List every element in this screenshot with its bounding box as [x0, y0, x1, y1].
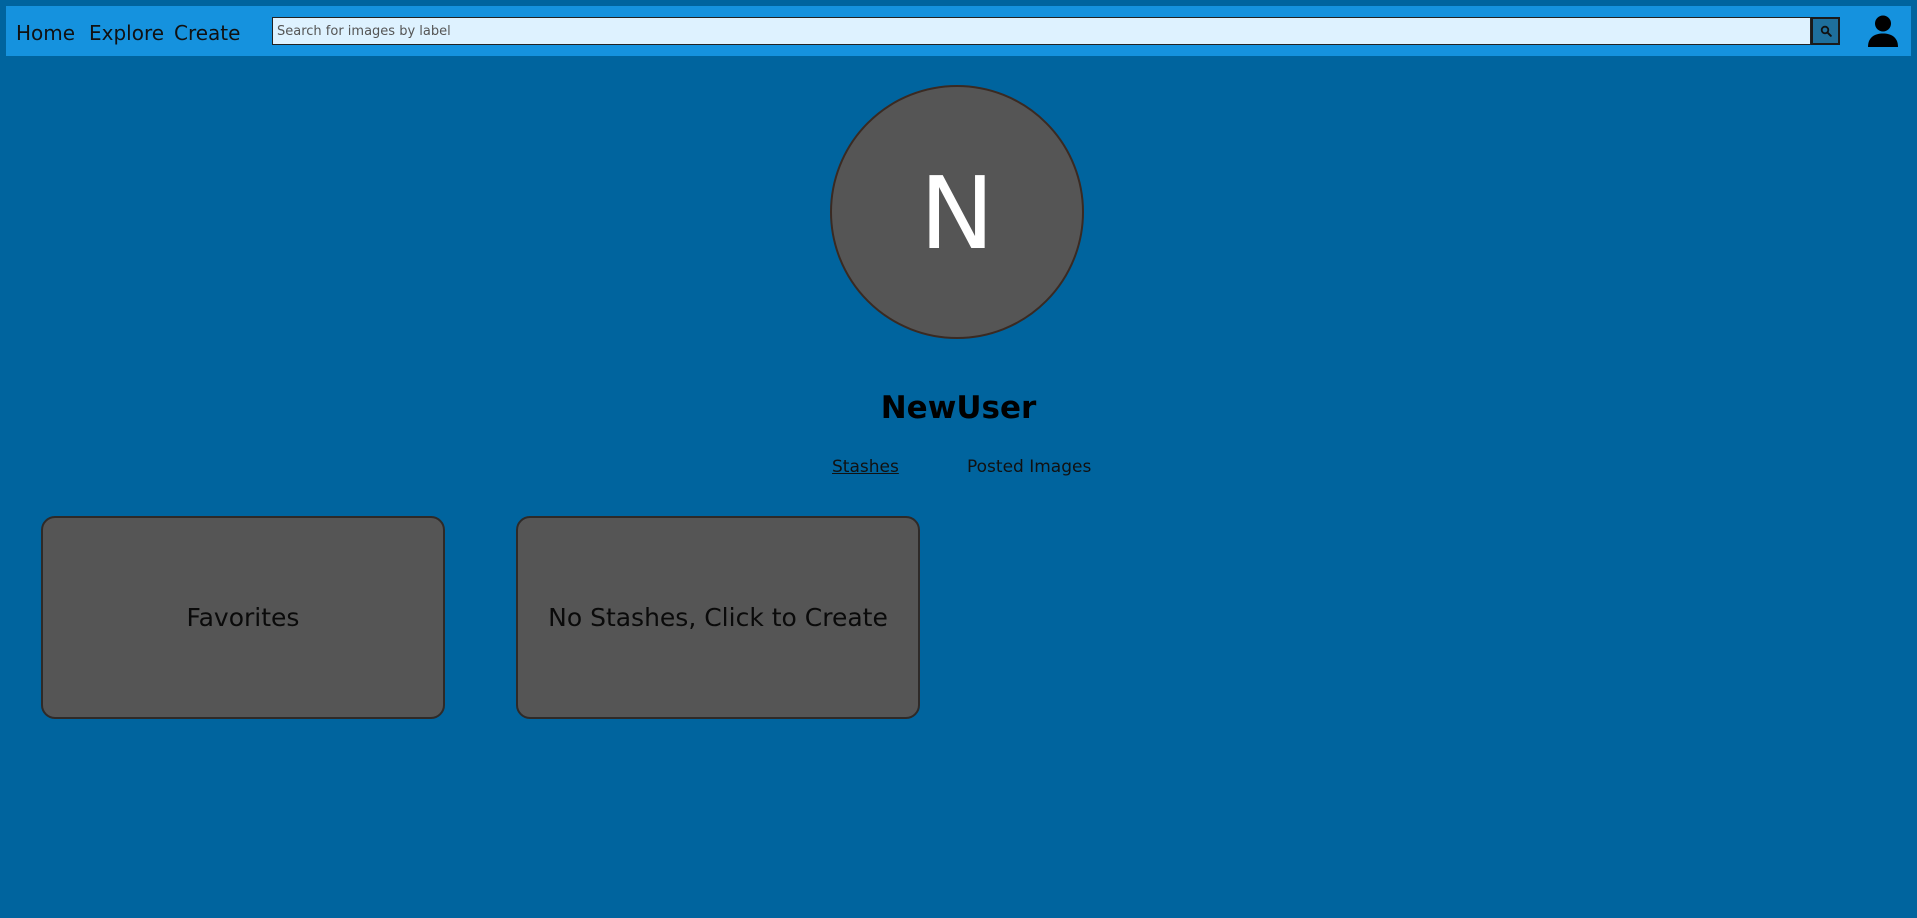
avatar-initial: N	[919, 155, 995, 272]
create-stash-card[interactable]: No Stashes, Click to Create	[516, 516, 920, 719]
top-navbar: Home Explore Create	[6, 6, 1911, 56]
profile-page: Home Explore Create N NewUser Stashes Po…	[0, 0, 1917, 918]
tab-posted-images[interactable]: Posted Images	[967, 457, 1091, 477]
search-input[interactable]	[272, 17, 1811, 45]
user-account-icon[interactable]	[1866, 14, 1900, 48]
search-button[interactable]	[1811, 17, 1840, 45]
nav-explore-link[interactable]: Explore	[89, 6, 164, 56]
nav-home-link[interactable]: Home	[16, 6, 75, 56]
profile-username: NewUser	[880, 390, 1037, 426]
nav-create-link[interactable]: Create	[174, 6, 240, 56]
stash-card-label: Favorites	[186, 603, 300, 632]
tab-stashes[interactable]: Stashes	[832, 457, 899, 477]
create-stash-label: No Stashes, Click to Create	[548, 603, 888, 632]
search-icon	[1820, 25, 1832, 37]
avatar: N	[830, 85, 1084, 339]
stash-card-favorites[interactable]: Favorites	[41, 516, 445, 719]
